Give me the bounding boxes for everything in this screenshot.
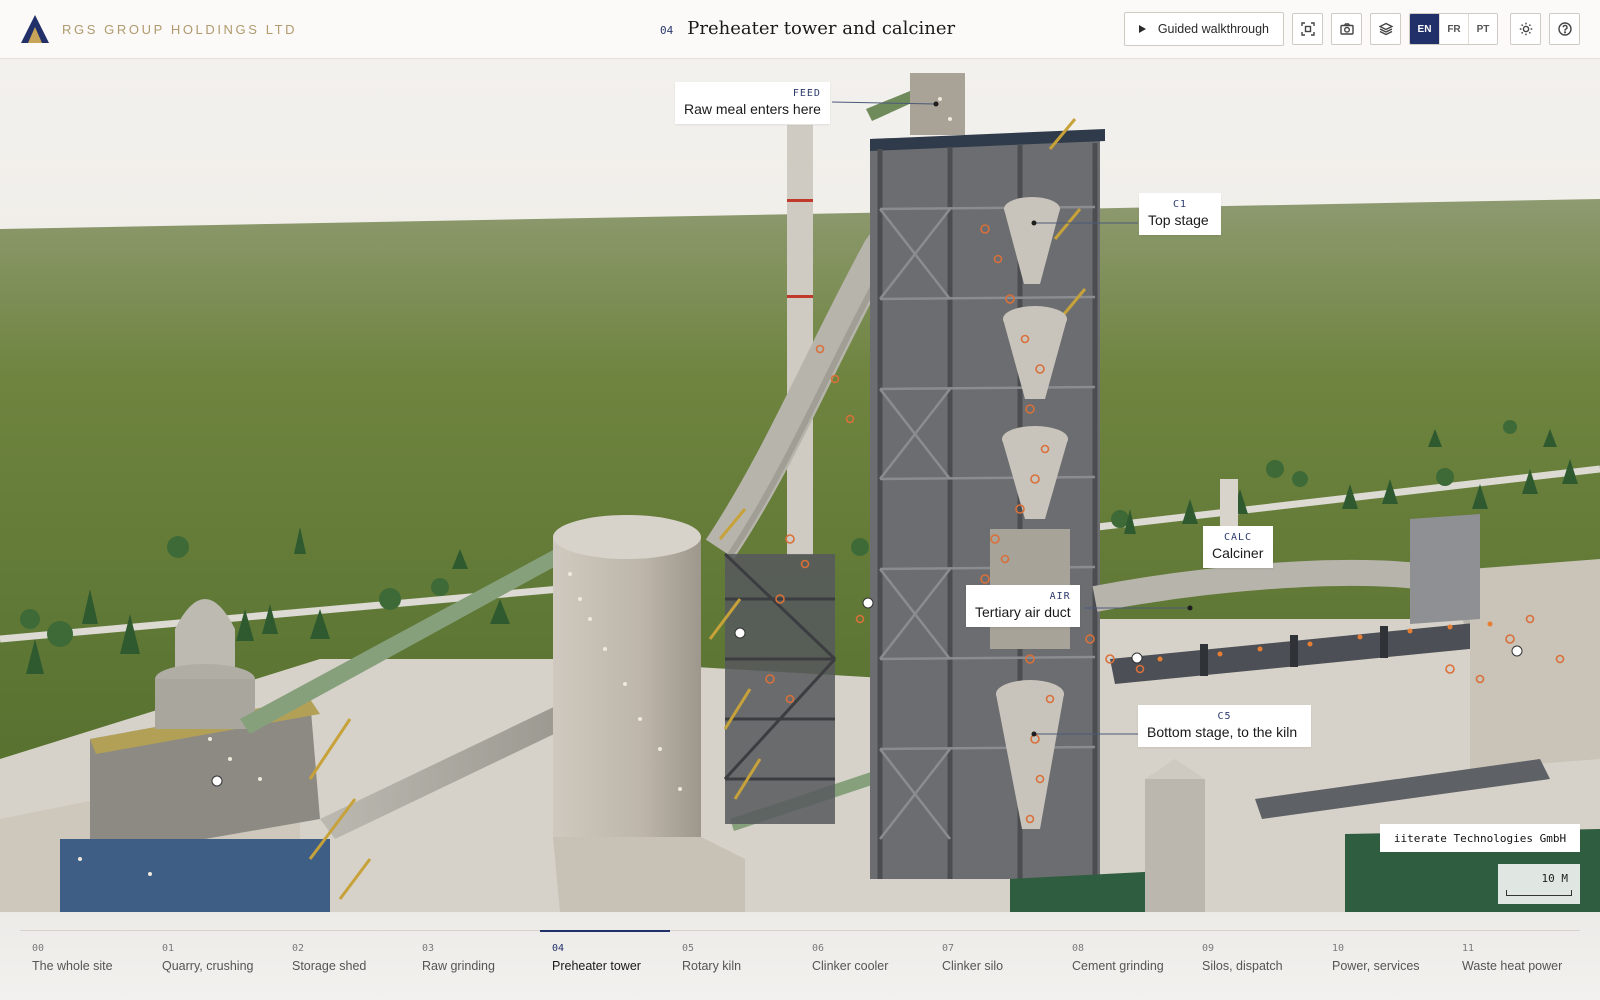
nav-step-label: Power, services: [1332, 959, 1420, 973]
nav-step-number: 09: [1202, 943, 1215, 954]
nav-step-number: 00: [32, 943, 45, 954]
nav-step-number: 03: [422, 943, 435, 954]
lang-en-button[interactable]: EN: [1410, 14, 1439, 44]
nav-step-10[interactable]: 10 Power, services: [1320, 930, 1450, 990]
nav-step-02[interactable]: 02 Storage shed: [280, 930, 410, 990]
plant-3d-viewport[interactable]: [0, 59, 1600, 912]
callout-feed-label: Raw meal enters here: [684, 101, 821, 117]
nav-step-number: 07: [942, 943, 955, 954]
nav-step-label: Clinker silo: [942, 959, 1004, 973]
nav-step-label: Raw grinding: [422, 959, 495, 973]
layers-icon: [1378, 22, 1393, 36]
scale-bar: 10 M: [1498, 864, 1580, 904]
callout-feed-code: FEED: [792, 88, 821, 99]
callout-calciner[interactable]: CALC Calciner: [1203, 526, 1273, 568]
plant-scene-illustration: [0, 59, 1600, 912]
lang-pt-button[interactable]: PT: [1468, 14, 1497, 44]
page-title: 04 Preheater tower and calciner: [660, 18, 955, 39]
nav-step-08[interactable]: 08 Cement grinding: [1060, 930, 1190, 990]
lang-fr-button[interactable]: FR: [1439, 14, 1468, 44]
toolbar: Guided walkthrough EN FR PT: [1123, 12, 1580, 46]
nav-step-00[interactable]: 00 The whole site: [20, 930, 150, 990]
callout-calciner-code: CALC: [1223, 532, 1253, 543]
nav-step-11[interactable]: 11 Waste heat power: [1450, 930, 1580, 990]
nav-step-number: 01: [162, 943, 175, 954]
guided-walkthrough-label: Guided walkthrough: [1157, 22, 1269, 36]
nav-step-label: Silos, dispatch: [1202, 959, 1283, 973]
callout-c5-code: C5: [1217, 711, 1232, 722]
help-button[interactable]: [1549, 13, 1580, 45]
nav-step-number: 10: [1332, 943, 1345, 954]
nav-step-07[interactable]: 07 Clinker silo: [930, 930, 1060, 990]
nav-step-label: The whole site: [32, 959, 113, 973]
nav-step-number: 05: [682, 943, 695, 954]
play-icon: [1138, 25, 1146, 33]
callout-tertiary-air[interactable]: AIR Tertiary air duct: [966, 585, 1080, 627]
nav-step-04[interactable]: 04 Preheater tower: [540, 930, 670, 990]
nav-step-label: Clinker cooler: [812, 959, 889, 973]
nav-step-label: Preheater tower: [552, 959, 641, 973]
company-name: RGS GROUP HOLDINGS LTD: [62, 21, 298, 37]
callout-c1-label: Top stage: [1148, 212, 1209, 228]
company-logo-icon: [21, 15, 49, 43]
nav-step-06[interactable]: 06 Clinker cooler: [800, 930, 930, 990]
camera-icon: [1339, 23, 1354, 35]
credit-label: iiterate Technologies GmbH: [1380, 824, 1580, 852]
scale-value: 10 M: [1541, 872, 1569, 885]
nav-step-05[interactable]: 05 Rotary kiln: [670, 930, 800, 990]
nav-step-number: 06: [812, 943, 825, 954]
nav-step-label: Rotary kiln: [682, 959, 742, 973]
callout-calciner-label: Calciner: [1212, 545, 1264, 561]
callout-c1-code: C1: [1172, 199, 1188, 210]
callout-c1[interactable]: C1 Top stage: [1139, 193, 1221, 235]
layers-button[interactable]: [1370, 13, 1401, 45]
sun-icon: [1519, 22, 1532, 36]
callout-c5[interactable]: C5 Bottom stage, to the kiln: [1138, 705, 1311, 747]
fit-view-button[interactable]: [1292, 13, 1323, 45]
callout-c5-label: Bottom stage, to the kiln: [1147, 724, 1298, 740]
fit-view-icon: [1300, 22, 1315, 36]
nav-step-number: 02: [292, 943, 305, 954]
callout-tertiary-air-label: Tertiary air duct: [975, 604, 1071, 620]
nav-step-number: 11: [1462, 943, 1475, 954]
step-navigation: 00 The whole site 01 Quarry, crushing 02 St…: [0, 912, 1600, 1000]
nav-step-label: Quarry, crushing: [162, 959, 254, 973]
brand[interactable]: RGS GROUP HOLDINGS LTD: [20, 14, 297, 44]
nav-step-03[interactable]: 03 Raw grinding: [410, 930, 540, 990]
language-switcher: EN FR PT: [1409, 13, 1498, 45]
help-icon: [1557, 22, 1572, 36]
nav-step-label: Storage shed: [292, 959, 367, 973]
nav-step-number: 08: [1072, 943, 1085, 954]
nav-step-label: Cement grinding: [1072, 959, 1164, 973]
screenshot-button[interactable]: [1331, 13, 1362, 45]
nav-step-09[interactable]: 09 Silos, dispatch: [1190, 930, 1320, 990]
nav-step-label: Waste heat power: [1462, 959, 1563, 973]
guided-walkthrough-button[interactable]: Guided walkthrough: [1123, 12, 1284, 46]
callout-tertiary-air-code: AIR: [1049, 591, 1071, 602]
step-title: Preheater tower and calciner: [687, 18, 956, 39]
nav-step-01[interactable]: 01 Quarry, crushing: [150, 930, 280, 990]
callout-feed[interactable]: FEED Raw meal enters here: [675, 82, 830, 124]
top-bar: RGS GROUP HOLDINGS LTD 04 Preheater towe…: [0, 0, 1600, 59]
scale-bar-line: [1506, 890, 1572, 896]
nav-step-number: 04: [552, 943, 565, 954]
theme-toggle-button[interactable]: [1510, 13, 1541, 45]
step-number: 04: [660, 24, 674, 37]
